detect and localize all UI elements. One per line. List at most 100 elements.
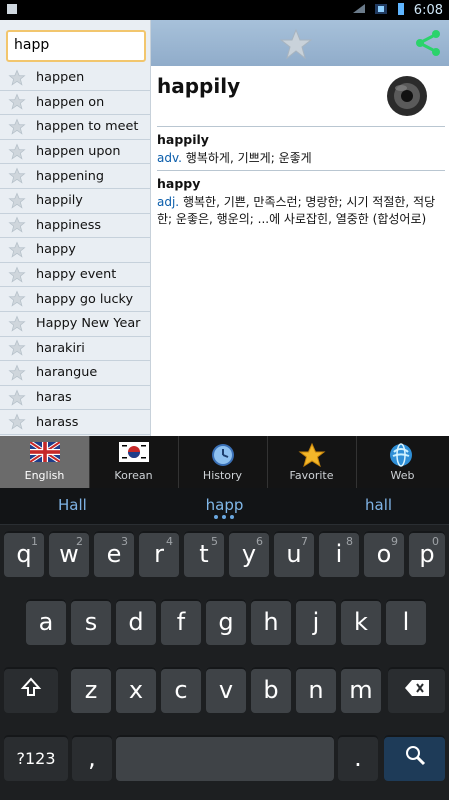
- key-r[interactable]: 4r: [139, 531, 179, 577]
- list-item[interactable]: happy go lucky: [0, 287, 150, 312]
- period-key[interactable]: .: [338, 735, 378, 781]
- word-label: harakiri: [36, 340, 85, 356]
- star-icon[interactable]: [8, 315, 28, 333]
- star-icon[interactable]: [8, 118, 28, 136]
- list-item[interactable]: happen on: [0, 91, 150, 116]
- history-icon: [208, 442, 238, 468]
- list-item[interactable]: happening: [0, 164, 150, 189]
- entry-definition: adv. 행복하게, 기쁘게; 운좋게: [157, 149, 443, 166]
- word-label: happy go lucky: [36, 291, 134, 307]
- word-title: happily: [157, 74, 241, 98]
- word-label: haras: [36, 390, 72, 406]
- star-icon[interactable]: [8, 93, 28, 111]
- search-input[interactable]: [8, 32, 136, 58]
- shift-key[interactable]: [4, 667, 58, 713]
- key-e[interactable]: 3e: [94, 531, 134, 577]
- key-s[interactable]: s: [71, 599, 111, 645]
- speaker-icon[interactable]: [385, 74, 429, 118]
- favorite-star-icon[interactable]: [279, 28, 313, 60]
- uk-flag-icon: [28, 440, 62, 468]
- key-h[interactable]: h: [251, 599, 291, 645]
- star-icon[interactable]: [8, 192, 28, 210]
- key-k[interactable]: k: [341, 599, 381, 645]
- star-icon[interactable]: [8, 389, 28, 407]
- list-item[interactable]: harangue: [0, 361, 150, 386]
- star-icon[interactable]: [8, 69, 28, 87]
- web-globe-icon: [386, 442, 416, 468]
- star-icon[interactable]: [8, 167, 28, 185]
- delete-key[interactable]: [388, 667, 445, 713]
- suggestion-right[interactable]: hall: [365, 496, 392, 514]
- comma-key[interactable]: ,: [72, 735, 112, 781]
- suggestion-bar: Hall happ hall: [0, 488, 449, 525]
- key-a[interactable]: a: [26, 599, 66, 645]
- star-icon[interactable]: [8, 339, 28, 357]
- list-item[interactable]: haras: [0, 386, 150, 411]
- tab-history[interactable]: History: [178, 436, 268, 488]
- share-icon[interactable]: [413, 28, 443, 58]
- key-t[interactable]: 5t: [184, 531, 224, 577]
- key-f[interactable]: f: [161, 599, 201, 645]
- search-icon: [404, 744, 426, 772]
- key-p[interactable]: 0p: [409, 531, 445, 577]
- list-item[interactable]: harakiri: [0, 337, 150, 362]
- key-w[interactable]: 2w: [49, 531, 89, 577]
- list-item[interactable]: happen: [0, 66, 150, 91]
- key-l[interactable]: l: [386, 599, 426, 645]
- key-o[interactable]: 9o: [364, 531, 404, 577]
- list-item[interactable]: happily: [0, 189, 150, 214]
- list-item[interactable]: Happy New Year: [0, 312, 150, 337]
- search-key[interactable]: [384, 735, 445, 781]
- star-icon[interactable]: [8, 216, 28, 234]
- keyboard-row-1: 1q 2w 3e 4r 5t 6y 7u 8i 9o 0p: [0, 528, 449, 580]
- key-q[interactable]: 1q: [4, 531, 44, 577]
- key-x[interactable]: x: [116, 667, 156, 713]
- key-d[interactable]: d: [116, 599, 156, 645]
- list-item[interactable]: happiness: [0, 214, 150, 239]
- star-icon[interactable]: [8, 266, 28, 284]
- word-label: happily: [36, 193, 83, 209]
- key-c[interactable]: c: [161, 667, 201, 713]
- tab-english[interactable]: English: [0, 436, 90, 488]
- tab-web[interactable]: Web: [356, 436, 449, 488]
- definition-entry: happy adj. 행복한, 기쁜, 만족스런; 명랑한; 시기 적절한, 적…: [157, 176, 443, 227]
- word-list: happen happen on happen to meet happen u…: [0, 66, 150, 436]
- key-i[interactable]: 8i: [319, 531, 359, 577]
- signal-icon: [374, 3, 388, 18]
- star-icon[interactable]: [8, 143, 28, 161]
- key-v[interactable]: v: [206, 667, 246, 713]
- key-b[interactable]: b: [251, 667, 291, 713]
- tab-label: English: [24, 469, 65, 482]
- tab-favorite[interactable]: Favorite: [267, 436, 357, 488]
- entry-headword: happily: [157, 132, 209, 147]
- korea-flag-icon: [119, 442, 149, 468]
- search-box[interactable]: [6, 30, 146, 62]
- list-item[interactable]: happen to meet: [0, 115, 150, 140]
- status-icons: 6:08: [352, 2, 443, 19]
- definition-text: 행복하게, 기쁘게; 운좋게: [185, 151, 312, 165]
- star-icon[interactable]: [8, 364, 28, 382]
- list-item[interactable]: happen upon: [0, 140, 150, 165]
- tab-korean[interactable]: Korean: [89, 436, 179, 488]
- star-icon[interactable]: [8, 241, 28, 259]
- key-m[interactable]: m: [341, 667, 381, 713]
- key-n[interactable]: n: [296, 667, 336, 713]
- word-label: harass: [36, 414, 79, 430]
- list-item[interactable]: harass: [0, 410, 150, 435]
- list-item[interactable]: happy event: [0, 263, 150, 288]
- star-icon[interactable]: [8, 413, 28, 431]
- list-item[interactable]: happy: [0, 238, 150, 263]
- dictionary-app: happen happen on happen to meet happen u…: [0, 20, 449, 436]
- word-list-pane: happen happen on happen to meet happen u…: [0, 20, 151, 436]
- key-y[interactable]: 6y: [229, 531, 269, 577]
- symbols-key[interactable]: ?123: [4, 735, 68, 781]
- key-g[interactable]: g: [206, 599, 246, 645]
- key-u[interactable]: 7u: [274, 531, 314, 577]
- space-bar[interactable]: [116, 735, 334, 781]
- star-icon[interactable]: [8, 290, 28, 308]
- word-label: happen upon: [36, 144, 121, 160]
- key-j[interactable]: j: [296, 599, 336, 645]
- tab-label: Favorite: [289, 469, 334, 482]
- key-z[interactable]: z: [71, 667, 111, 713]
- favorite-star-icon: [297, 442, 327, 468]
